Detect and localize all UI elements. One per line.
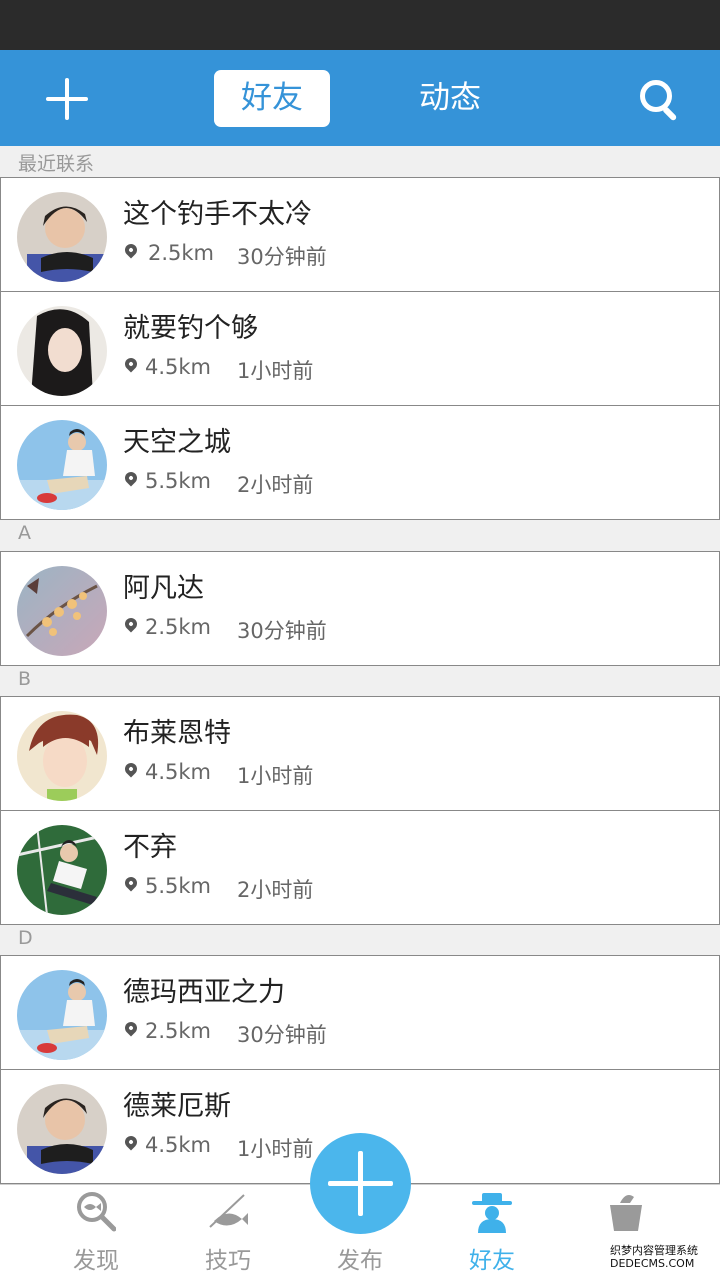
location-pin-icon [122,760,140,778]
contact-distance: 2.5km [145,615,212,639]
status-bar [0,0,720,50]
location-pin-icon [122,469,140,487]
contact-last-active: 30分钟前 [237,1023,327,1047]
location-pin-icon [122,615,140,633]
location-pin-icon [122,355,140,373]
contact-last-active: 30分钟前 [237,245,327,269]
contact-row[interactable]: 天空之城 5.5km 2小时前 [0,405,720,520]
contact-distance: 5.5km [145,469,212,493]
contact-last-active: 2小时前 [237,878,314,902]
contact-distance: 4.5km [145,760,212,784]
location-pin-icon [122,1133,140,1151]
contact-last-active: 2小时前 [237,473,314,497]
publish-plus-button[interactable] [310,1133,411,1234]
contact-row[interactable]: 布莱恩特 4.5km 1小时前 [0,696,720,811]
avatar [17,192,107,282]
tab-friends[interactable]: 好友 [214,70,330,127]
section-header-recent: 最近联系 [18,153,95,175]
tab-skills[interactable]: 技巧 [168,1185,288,1281]
search-icon[interactable] [640,80,680,122]
fisherman-hat-icon [472,1193,512,1233]
watermark: 织梦内容管理系统 DEDECMS.COM [610,1244,698,1270]
tab-friends-bottom[interactable]: 好友 [432,1185,552,1281]
contact-row[interactable]: 这个钓手不太冷 2.5km 30分钟前 [0,177,720,292]
avatar [17,1084,107,1174]
top-nav-bar: 好友 动态 [0,50,720,146]
contact-distance: 4.5km [145,355,212,379]
contact-distance: 2.5km [148,241,215,265]
avatar [17,306,107,396]
avatar [17,825,107,915]
contact-row[interactable]: 阿凡达 2.5km 30分钟前 [0,551,720,666]
contact-distance: 4.5km [145,1133,212,1157]
magnifier-fish-icon [77,1192,116,1232]
avatar [17,970,107,1060]
location-pin-icon [122,874,140,892]
contact-row[interactable]: 不弃 5.5km 2小时前 [0,810,720,925]
contact-row[interactable]: 就要钓个够 4.5km 1小时前 [0,291,720,406]
tab-discover[interactable]: 发现 [36,1185,156,1281]
contact-row[interactable]: 德玛西亚之力 2.5km 30分钟前 [0,955,720,1070]
location-pin-icon [122,241,140,259]
contact-distance: 2.5km [145,1019,212,1043]
contact-distance: 5.5km [145,874,212,898]
contact-name: 布莱恩特 [123,718,231,749]
fishing-rod-icon [209,1194,248,1228]
section-header-b: B [18,668,32,690]
contact-last-active: 1小时前 [237,1137,314,1161]
contact-name: 天空之城 [123,427,231,458]
avatar [17,566,107,656]
section-header-d: D [18,927,33,949]
contact-last-active: 1小时前 [237,359,314,383]
fish-bucket-icon [610,1195,642,1231]
contact-name: 德玛西亚之力 [123,977,285,1008]
contact-last-active: 1小时前 [237,764,314,788]
contact-name: 阿凡达 [123,573,204,604]
contact-name: 这个钓手不太冷 [123,199,312,230]
tab-moments[interactable]: 动态 [392,70,508,127]
avatar [17,420,107,510]
contact-last-active: 30分钟前 [237,619,327,643]
location-pin-icon [122,1019,140,1037]
add-friend-plus-icon[interactable] [46,78,88,120]
contact-name: 就要钓个够 [123,313,258,344]
avatar [17,711,107,801]
section-header-a: A [18,522,31,544]
contact-name: 不弃 [123,832,177,863]
contact-name: 德莱厄斯 [123,1091,231,1122]
